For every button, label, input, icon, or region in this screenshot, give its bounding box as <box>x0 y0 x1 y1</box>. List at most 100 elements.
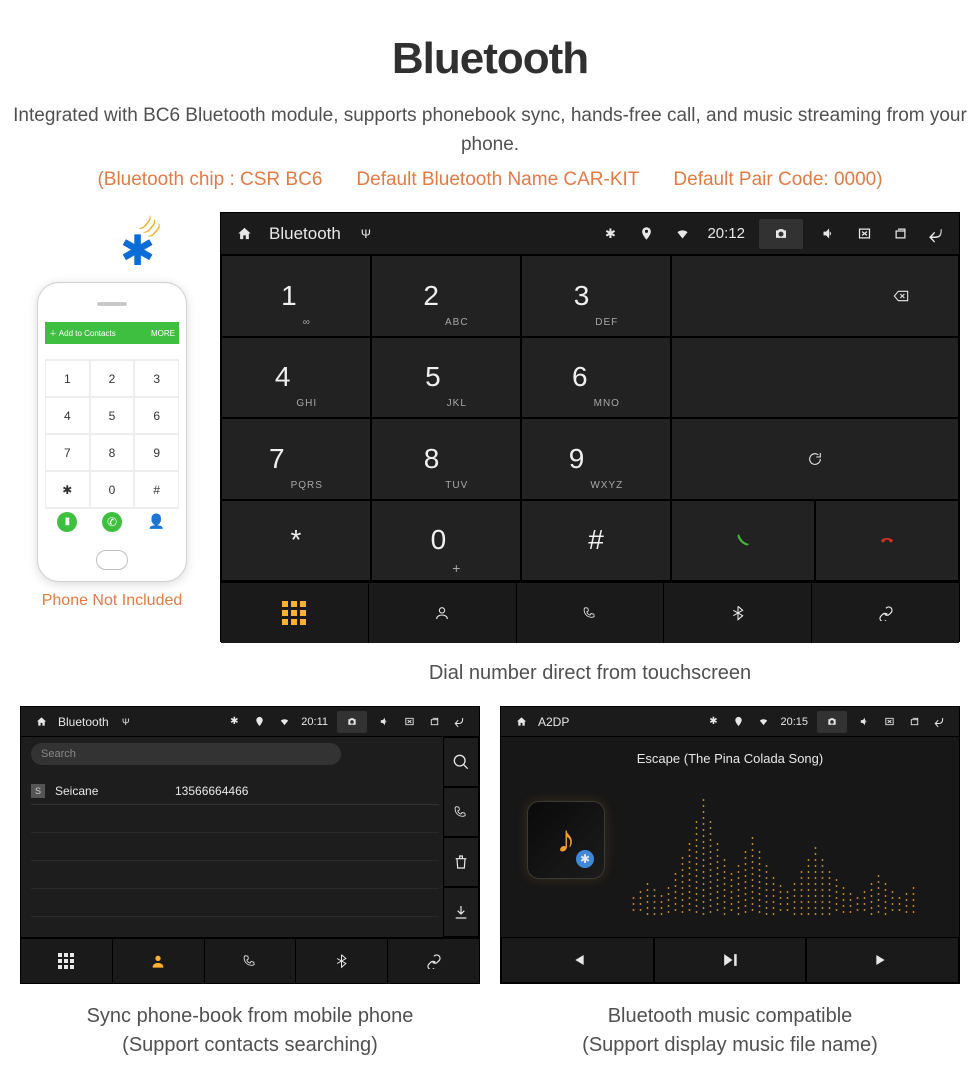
key-6[interactable]: 6MNO <box>521 337 671 419</box>
dialer-keypad: 1∞ 2ABC 3DEF 4GHI 5JKL 6MNO 7PQRS 8TUV 9… <box>221 255 959 581</box>
close-app-icon[interactable] <box>881 716 897 727</box>
bluetooth-icon: ✱ <box>705 716 721 727</box>
key-0[interactable]: 0+ <box>371 500 521 582</box>
link-icon <box>425 953 443 969</box>
wifi-icon <box>671 226 693 241</box>
side-call-button[interactable] <box>443 787 479 837</box>
equalizer-visual <box>631 785 939 915</box>
nav-pair[interactable] <box>388 939 479 983</box>
phone-addcontact-label: ＋ Add to Contacts <box>49 328 116 339</box>
back-icon[interactable]: ⤶ <box>451 711 467 732</box>
contact-number: 13566664466 <box>175 784 248 798</box>
bluetooth-icon: ✱ <box>599 226 621 242</box>
prev-track-button[interactable] <box>501 937 654 983</box>
spec-line: (Bluetooth chip : CSR BC6 Default Blueto… <box>0 169 980 191</box>
album-art-icon: ♪ ✱ <box>527 801 605 879</box>
statusbar-title: Bluetooth <box>269 224 341 244</box>
close-app-icon[interactable] <box>401 716 417 727</box>
backspace-button[interactable] <box>671 255 959 337</box>
side-search-button[interactable] <box>443 737 479 787</box>
person-icon <box>149 953 167 969</box>
hangup-button[interactable] <box>815 500 959 582</box>
page-subtitle: Integrated with BC6 Bluetooth module, su… <box>0 102 980 159</box>
volume-icon[interactable] <box>817 226 839 241</box>
home-icon[interactable] <box>233 226 255 241</box>
clock-time: 20:15 <box>780 716 808 728</box>
side-delete-button[interactable] <box>443 837 479 887</box>
nav-calllog[interactable] <box>517 583 665 643</box>
bluetooth-icon: ✱ <box>226 716 242 727</box>
screenshot-button[interactable] <box>337 711 367 733</box>
phone-icon <box>241 953 259 969</box>
key-4[interactable]: 4GHI <box>221 337 371 419</box>
nav-contacts[interactable] <box>113 939 205 983</box>
nav-keypad[interactable] <box>221 583 369 643</box>
key-star[interactable]: * <box>221 500 371 582</box>
search-input[interactable]: Search <box>31 743 341 765</box>
clock-time: 20:11 <box>301 716 328 728</box>
track-title: Escape (The Pina Colada Song) <box>501 751 959 766</box>
bottom-nav <box>21 937 479 983</box>
player-controls <box>501 937 959 983</box>
statusbar-title: Bluetooth <box>58 715 109 729</box>
nav-pair[interactable] <box>812 583 959 643</box>
phone-call-icon: ✆ <box>102 512 122 532</box>
home-icon[interactable] <box>513 716 529 727</box>
key-2[interactable]: 2ABC <box>371 255 521 337</box>
bluetooth-icon <box>334 953 349 969</box>
volume-icon[interactable] <box>376 716 392 727</box>
key-3[interactable]: 3DEF <box>521 255 671 337</box>
recent-apps-icon[interactable] <box>906 716 922 727</box>
back-icon[interactable]: ⤶ <box>931 711 947 732</box>
statusbar: Bluetooth Ψ ✱ 20:12 ⤶ <box>221 213 959 255</box>
close-app-icon[interactable] <box>853 226 875 241</box>
keypad-icon <box>282 601 306 625</box>
key-5[interactable]: 5JKL <box>371 337 521 419</box>
key-7[interactable]: 7PQRS <box>221 418 371 500</box>
caption-a2dp: Bluetooth music compatible(Support displ… <box>500 1002 960 1060</box>
screenshot-button[interactable] <box>817 711 847 733</box>
page-title: Bluetooth <box>0 34 980 84</box>
usb-icon: Ψ <box>118 717 134 727</box>
search-placeholder: Search <box>41 748 76 760</box>
recent-apps-icon[interactable] <box>889 226 911 241</box>
phone-illustration: ＋ Add to Contacts MORE 123 456 789 ✱0# ▮… <box>37 282 187 582</box>
link-icon <box>872 605 900 621</box>
phone-contact-icon: 👤 <box>147 512 167 532</box>
nav-bluetooth[interactable] <box>296 939 388 983</box>
person-icon <box>429 605 455 621</box>
clock-time: 20:12 <box>707 225 745 242</box>
phone-video-icon: ▮ <box>57 512 77 532</box>
location-icon <box>730 716 746 727</box>
call-button[interactable] <box>671 500 815 582</box>
contact-row[interactable]: S Seicane 13566664466 <box>31 777 439 805</box>
recent-apps-icon[interactable] <box>426 716 442 727</box>
nav-calllog[interactable] <box>205 939 297 983</box>
location-icon <box>635 226 657 241</box>
wifi-icon <box>276 716 292 727</box>
statusbar: Bluetooth Ψ ✱ 20:11 ⤶ <box>21 707 479 737</box>
headunit-dialer: Bluetooth Ψ ✱ 20:12 ⤶ 1∞ 2ABC 3DEF 4GHI … <box>220 212 960 642</box>
nav-keypad[interactable] <box>21 939 113 983</box>
bottom-nav <box>221 581 959 643</box>
nav-bluetooth[interactable] <box>664 583 812 643</box>
home-icon[interactable] <box>33 716 49 727</box>
next-track-button[interactable] <box>806 937 959 983</box>
play-pause-button[interactable] <box>654 937 807 983</box>
statusbar-title: A2DP <box>538 715 569 729</box>
screenshot-button[interactable] <box>759 219 803 249</box>
phone-more-label: MORE <box>151 329 175 338</box>
bluetooth-signal-icon: ✱ ⟯⟯⟯ <box>120 226 155 275</box>
side-download-button[interactable] <box>443 887 479 937</box>
back-icon[interactable]: ⤶ <box>925 218 947 250</box>
key-hash[interactable]: # <box>521 500 671 582</box>
volume-icon[interactable] <box>856 716 872 727</box>
usb-icon: Ψ <box>355 227 377 241</box>
key-9[interactable]: 9WXYZ <box>521 418 671 500</box>
key-1[interactable]: 1∞ <box>221 255 371 337</box>
redial-button[interactable] <box>671 418 959 500</box>
spec-btname: Default Bluetooth Name CAR-KIT <box>356 169 639 191</box>
spec-paircode: Default Pair Code: 0000) <box>673 169 882 191</box>
key-8[interactable]: 8TUV <box>371 418 521 500</box>
nav-contacts[interactable] <box>369 583 517 643</box>
